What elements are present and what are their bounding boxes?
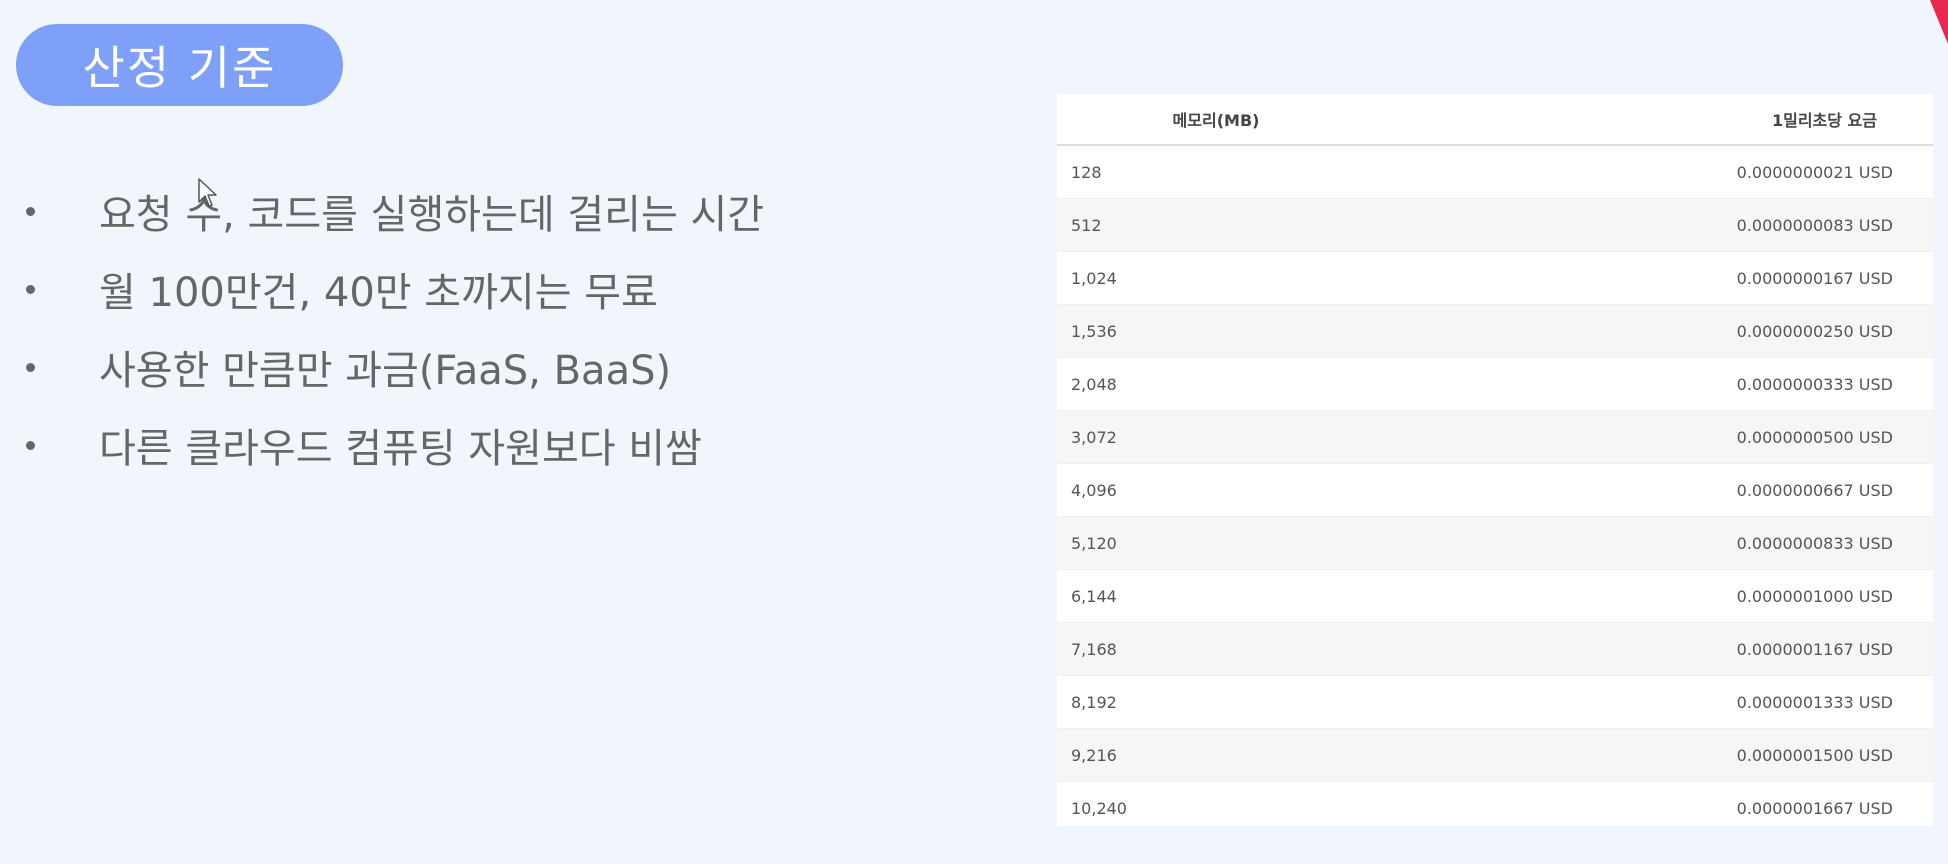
table-row: 128 0.0000000021 USD bbox=[1057, 146, 1933, 199]
price-column-header: 1밀리초당 요금 bbox=[1771, 111, 1877, 130]
table-row: 7,168 0.0000001167 USD bbox=[1057, 623, 1933, 676]
price-cell: 0.0000001000 USD bbox=[1736, 586, 1893, 606]
corner-accent-icon bbox=[1930, 0, 1948, 44]
table-row: 8,192 0.0000001333 USD bbox=[1057, 676, 1933, 729]
bullet-dot bbox=[26, 207, 35, 216]
pricing-table: 메모리(MB) 1밀리초당 요금 128 0.0000000021 USD 51… bbox=[1057, 94, 1933, 835]
price-cell: 0.0000001333 USD bbox=[1736, 692, 1893, 712]
bullet-item: 다른 클라우드 컴퓨팅 자원보다 비쌈 bbox=[0, 406, 764, 484]
bullet-item: 요청 수, 코드를 실행하는데 걸리는 시간 bbox=[0, 172, 764, 250]
bullet-list: 요청 수, 코드를 실행하는데 걸리는 시간 월 100만건, 40만 초까지는… bbox=[0, 172, 764, 484]
memory-cell: 10,240 bbox=[1071, 798, 1127, 818]
memory-cell: 4,096 bbox=[1071, 480, 1117, 500]
memory-cell: 3,072 bbox=[1071, 427, 1117, 447]
bullet-item: 월 100만건, 40만 초까지는 무료 bbox=[0, 250, 764, 328]
memory-cell: 7,168 bbox=[1071, 639, 1117, 659]
table-row: 2,048 0.0000000333 USD bbox=[1057, 358, 1933, 411]
memory-cell: 1,024 bbox=[1071, 268, 1117, 288]
price-cell: 0.0000001500 USD bbox=[1736, 745, 1893, 765]
table-row: 3,072 0.0000000500 USD bbox=[1057, 411, 1933, 464]
table-row: 512 0.0000000083 USD bbox=[1057, 199, 1933, 252]
table-row: 10,240 0.0000001667 USD bbox=[1057, 782, 1933, 835]
table-row: 4,096 0.0000000667 USD bbox=[1057, 464, 1933, 517]
bullet-item: 사용한 만큼만 과금(FaaS, BaaS) bbox=[0, 328, 764, 406]
memory-cell: 8,192 bbox=[1071, 692, 1117, 712]
table-body: 128 0.0000000021 USD 512 0.0000000083 US… bbox=[1057, 146, 1933, 835]
price-cell: 0.0000000083 USD bbox=[1736, 215, 1893, 235]
table-header-row: 메모리(MB) 1밀리초당 요금 bbox=[1057, 94, 1933, 146]
memory-cell: 5,120 bbox=[1071, 533, 1117, 553]
memory-cell: 512 bbox=[1071, 215, 1102, 235]
memory-cell: 6,144 bbox=[1071, 586, 1117, 606]
price-cell: 0.0000000500 USD bbox=[1736, 427, 1893, 447]
mouse-pointer-icon bbox=[198, 178, 217, 207]
bullet-dot bbox=[26, 285, 35, 294]
bullet-dot bbox=[26, 363, 35, 372]
table-row: 6,144 0.0000001000 USD bbox=[1057, 570, 1933, 623]
bullet-text: 월 100만건, 40만 초까지는 무료 bbox=[99, 270, 658, 316]
price-cell: 0.0000000333 USD bbox=[1736, 374, 1893, 394]
price-cell: 0.0000000667 USD bbox=[1736, 480, 1893, 500]
price-cell: 0.0000000833 USD bbox=[1736, 533, 1893, 553]
table-row: 1,024 0.0000000167 USD bbox=[1057, 252, 1933, 305]
bullet-dot bbox=[26, 441, 35, 450]
price-cell: 0.0000001667 USD bbox=[1736, 798, 1893, 818]
memory-cell: 2,048 bbox=[1071, 374, 1117, 394]
price-cell: 0.0000001167 USD bbox=[1736, 639, 1893, 659]
table-row: 5,120 0.0000000833 USD bbox=[1057, 517, 1933, 570]
memory-cell: 128 bbox=[1071, 162, 1102, 182]
memory-column-header: 메모리(MB) bbox=[1172, 111, 1260, 130]
slide-title: 산정 기준 bbox=[16, 24, 343, 106]
table-row: 9,216 0.0000001500 USD bbox=[1057, 729, 1933, 782]
table-row: 1,536 0.0000000250 USD bbox=[1057, 305, 1933, 358]
bullet-text: 사용한 만큼만 과금(FaaS, BaaS) bbox=[99, 348, 672, 394]
price-cell: 0.0000000021 USD bbox=[1736, 162, 1893, 182]
bullet-text: 다른 클라우드 컴퓨팅 자원보다 비쌈 bbox=[99, 426, 702, 472]
memory-cell: 9,216 bbox=[1071, 745, 1117, 765]
memory-cell: 1,536 bbox=[1071, 321, 1117, 341]
price-cell: 0.0000000250 USD bbox=[1736, 321, 1893, 341]
price-cell: 0.0000000167 USD bbox=[1736, 268, 1893, 288]
